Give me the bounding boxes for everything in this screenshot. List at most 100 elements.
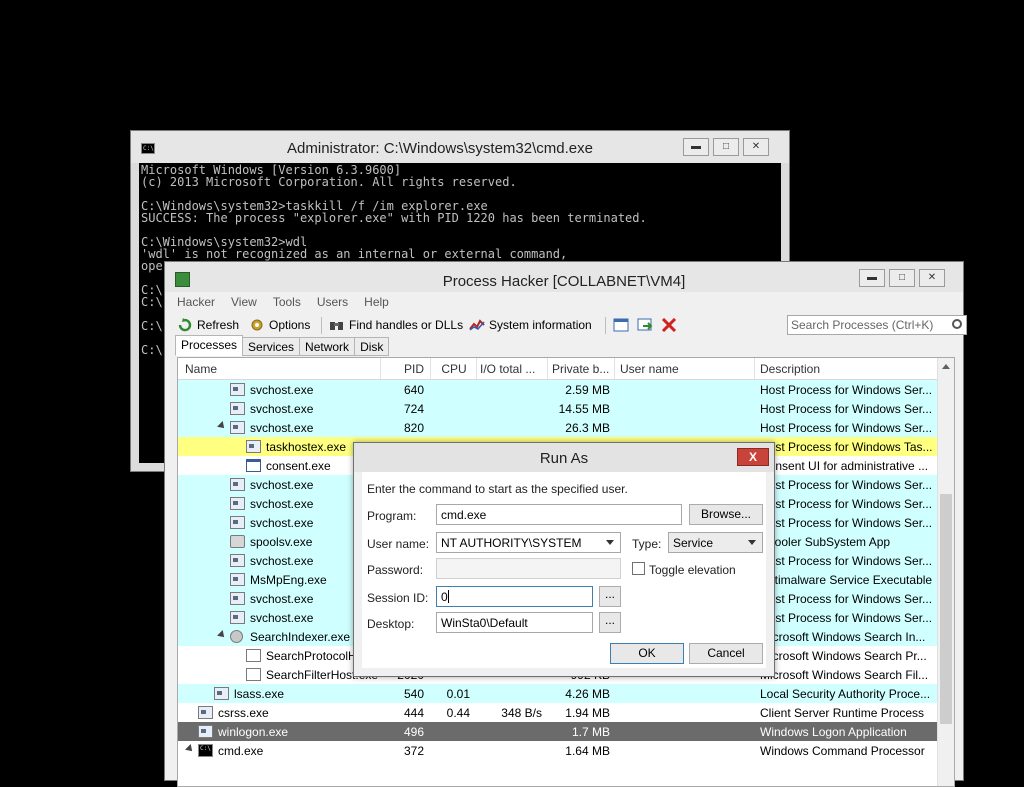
cell-description: Microsoft Windows Search Fil... <box>760 668 929 682</box>
type-select[interactable]: Service <box>668 532 763 553</box>
menu-tools[interactable]: Tools <box>273 295 301 309</box>
document-icon <box>246 668 261 681</box>
tree-expander-icon[interactable] <box>185 744 195 754</box>
column-cpu[interactable]: CPU <box>434 362 474 376</box>
minimize-button[interactable]: ▬ <box>859 269 885 287</box>
tab-disk[interactable]: Disk <box>354 337 390 356</box>
column-description[interactable]: Description <box>760 362 930 376</box>
column-io-total[interactable]: I/O total ... <box>480 362 544 376</box>
terminate-button[interactable] <box>661 315 681 335</box>
cell-description: Host Process for Windows Ser... <box>760 592 933 606</box>
dialog-titlebar[interactable]: Run As X <box>354 443 774 472</box>
scroll-up-arrow-icon[interactable] <box>942 364 950 369</box>
column-divider[interactable] <box>614 358 615 379</box>
tree-expander-icon[interactable] <box>217 421 227 431</box>
close-button[interactable]: ✕ <box>743 138 769 156</box>
menu-hacker[interactable]: Hacker <box>177 295 215 309</box>
ok-button[interactable]: OK <box>610 643 684 664</box>
column-pid[interactable]: PID <box>386 362 424 376</box>
process-icon <box>246 440 261 453</box>
cell-pid: 372 <box>403 744 424 758</box>
find-window-icon <box>637 318 653 332</box>
search-icon[interactable] <box>952 319 962 329</box>
chevron-down-icon[interactable] <box>606 540 614 545</box>
tree-expander-icon[interactable] <box>217 630 227 640</box>
cell-private-bytes: 1.7 MB <box>571 725 610 739</box>
cell-private-bytes: 26.3 MB <box>565 421 610 435</box>
menu-view[interactable]: View <box>231 295 257 309</box>
table-row[interactable]: winlogon.exe 496 1.7 MB Windows Logon Appli… <box>178 722 937 741</box>
desktop-picker-button[interactable]: ... <box>599 612 621 633</box>
column-user-name[interactable]: User name <box>620 362 720 376</box>
chevron-down-icon[interactable] <box>748 540 756 545</box>
toolbar: Refresh Options Find handles or DLLs Sys… <box>175 315 967 337</box>
minimize-button[interactable]: ▬ <box>683 138 709 156</box>
cmd-icon <box>198 744 213 757</box>
menu-help[interactable]: Help <box>364 295 389 309</box>
cell-private-bytes: 2.59 MB <box>565 383 610 397</box>
table-row[interactable]: svchost.exe 820 26.3 MB Host Process for Wi… <box>178 418 937 437</box>
program-field[interactable]: cmd.exe <box>436 504 682 525</box>
maximize-button[interactable]: □ <box>713 138 739 156</box>
cell-name: svchost.exe <box>250 402 314 416</box>
cmd-window-controls: ▬ □ ✕ <box>679 138 769 156</box>
cell-description: Host Process for Windows Ser... <box>760 421 933 435</box>
cell-description: Client Server Runtime Process <box>760 706 925 720</box>
menu-users[interactable]: Users <box>317 295 348 309</box>
system-information-button[interactable]: System information <box>469 315 592 335</box>
password-field[interactable] <box>436 558 621 579</box>
column-divider[interactable] <box>430 358 431 379</box>
gear-icon <box>249 318 265 332</box>
session-picker-button[interactable]: ... <box>599 586 621 607</box>
instruction-text: Enter the command to start as the specif… <box>367 482 628 496</box>
cmd-titlebar[interactable]: C:\ Administrator: C:\Windows\system32\c… <box>131 131 789 163</box>
find-window-button[interactable] <box>637 315 657 335</box>
column-name[interactable]: Name <box>185 362 365 376</box>
dialog-title: Run As <box>539 450 589 467</box>
tab-processes[interactable]: Processes <box>175 335 244 356</box>
cell-private-bytes: 1.64 MB <box>565 744 610 758</box>
options-button[interactable]: Options <box>249 315 310 335</box>
options-label: Options <box>269 318 311 332</box>
cell-description: Host Process for Windows Ser... <box>760 497 933 511</box>
column-divider[interactable] <box>476 358 477 379</box>
refresh-button[interactable]: Refresh <box>177 315 239 335</box>
table-row[interactable]: cmd.exe 372 1.64 MB Windows Command Process… <box>178 741 937 760</box>
ph-window-title: Process Hacker [COLLABNET\VM4] <box>442 273 686 290</box>
cell-name: cmd.exe <box>218 744 264 758</box>
cell-name: winlogon.exe <box>218 725 289 739</box>
cancel-button[interactable]: Cancel <box>689 643 763 664</box>
type-value: Service <box>673 536 714 550</box>
toggle-elevation-checkbox[interactable] <box>632 562 645 575</box>
column-private-bytes[interactable]: Private b... <box>552 362 612 376</box>
cell-name: csrss.exe <box>218 706 269 720</box>
browse-button[interactable]: Browse... <box>689 504 763 525</box>
close-icon <box>661 317 677 333</box>
tab-services[interactable]: Services <box>242 337 301 356</box>
vertical-scrollbar[interactable] <box>937 358 954 786</box>
search-input[interactable]: Search Processes (Ctrl+K) <box>787 315 967 335</box>
table-row[interactable]: svchost.exe 724 14.55 MB Host Process for W… <box>178 399 937 418</box>
close-button[interactable]: ✕ <box>919 269 945 287</box>
tab-network[interactable]: Network <box>299 337 356 356</box>
find-handles-button[interactable]: Find handles or DLLs <box>329 315 463 335</box>
column-divider[interactable] <box>547 358 548 379</box>
scrollbar-thumb[interactable] <box>940 494 952 724</box>
maximize-button[interactable]: □ <box>889 269 915 287</box>
ph-titlebar[interactable]: Process Hacker [COLLABNET\VM4] ▬ □ ✕ <box>165 262 963 292</box>
column-divider[interactable] <box>380 358 381 379</box>
cell-private-bytes: 1.94 MB <box>565 706 610 720</box>
session-id-field[interactable]: 0 <box>436 586 593 607</box>
run-as-dialog[interactable]: Run As X Enter the command to start as t… <box>353 442 775 677</box>
desktop-field[interactable]: WinSta0\Default <box>436 612 593 633</box>
column-divider[interactable] <box>754 358 755 379</box>
process-icon <box>230 421 245 434</box>
username-combo[interactable]: NT AUTHORITY\SYSTEM <box>436 532 621 553</box>
table-row[interactable]: lsass.exe 540 0.01 4.26 MB Local Security Au… <box>178 684 937 703</box>
window-toggle-button[interactable] <box>613 315 633 335</box>
dialog-body: Enter the command to start as the specif… <box>362 472 766 668</box>
type-label: Type: <box>632 537 662 551</box>
table-row[interactable]: svchost.exe 640 2.59 MB Host Process for Wi… <box>178 380 937 399</box>
dialog-close-button[interactable]: X <box>737 448 769 466</box>
table-row[interactable]: csrss.exe 444 0.44 348 B/s 1.94 MB Client Ser… <box>178 703 937 722</box>
